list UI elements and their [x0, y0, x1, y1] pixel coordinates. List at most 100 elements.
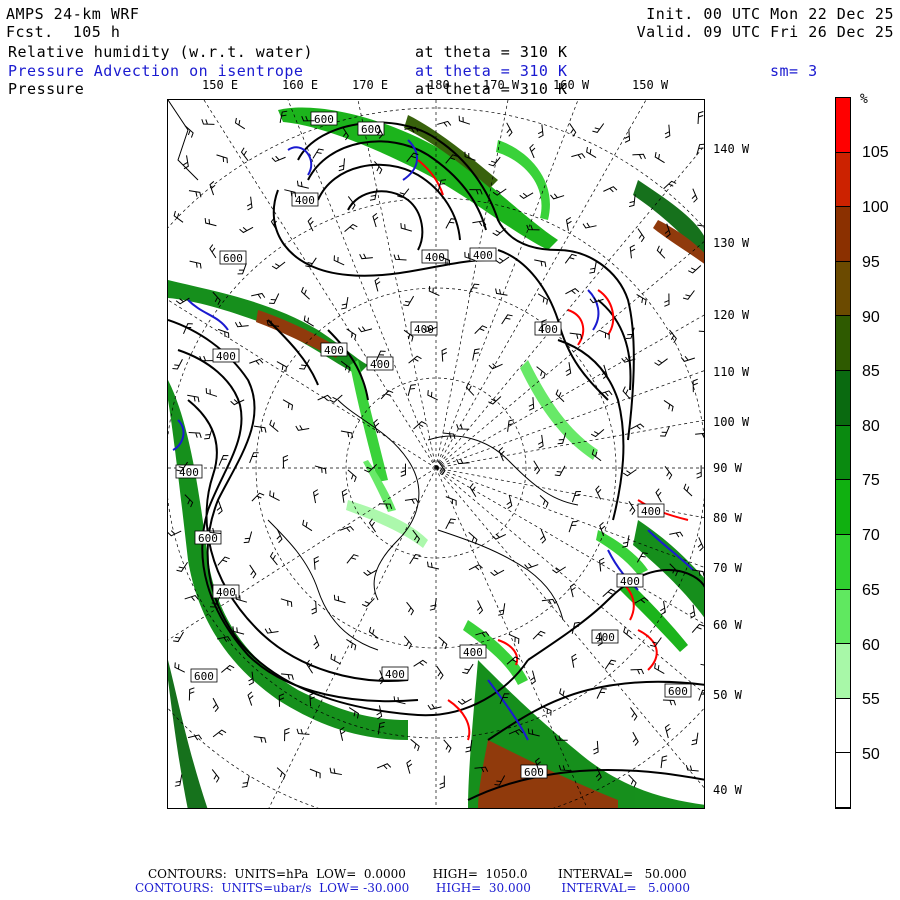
wind-barb: [428, 286, 440, 297]
wind-barb: [476, 600, 484, 615]
wind-barb: [296, 728, 310, 735]
wind-barb: [660, 601, 666, 616]
colorbar-segment: [836, 698, 850, 754]
wind-barb: [632, 153, 646, 160]
wind-barb: [201, 119, 215, 125]
wind-barb: [506, 494, 513, 509]
wind-barb: [495, 256, 510, 264]
wind-barb: [218, 454, 229, 466]
wind-barb: [241, 775, 250, 788]
wind-barb: [528, 397, 535, 411]
lon-label-right: 120 W: [713, 308, 750, 322]
wind-barb: [317, 394, 332, 401]
contour-label: 400: [459, 644, 487, 659]
wind-barb: [664, 723, 671, 739]
colorbar-label: 60: [862, 637, 880, 654]
wind-barb: [697, 111, 704, 125]
wind-barb: [685, 765, 699, 772]
lon-label-right: 50 W: [713, 688, 742, 702]
wind-barb: [490, 569, 505, 577]
wind-barb: [234, 321, 249, 328]
wind-barb: [437, 120, 452, 127]
wind-barb: [636, 293, 647, 306]
wind-barb: [445, 218, 457, 229]
contour-label: 400: [291, 192, 319, 207]
wind-barb: [406, 601, 415, 616]
wind-barb: [507, 419, 515, 432]
svg-text:400: 400: [473, 249, 493, 262]
wind-barb: [374, 277, 381, 292]
colorbar-label: 105: [862, 144, 889, 161]
wind-barb: [305, 257, 317, 268]
colorbar-label: 75: [862, 472, 880, 489]
wind-barb: [623, 627, 633, 640]
wind-barb: [691, 188, 698, 203]
wind-barb: [569, 123, 577, 137]
lon-label-right: 130 W: [713, 236, 750, 250]
wind-barb: [211, 769, 220, 783]
wind-barb: [495, 288, 508, 296]
wind-barb: [691, 623, 704, 633]
svg-text:400: 400: [595, 631, 615, 644]
svg-text:400: 400: [385, 668, 405, 681]
wind-barb: [624, 129, 631, 143]
wind-barb: [243, 531, 253, 544]
wind-barb: [565, 288, 580, 295]
wind-barb: [204, 218, 217, 227]
colorbar-segment: [836, 589, 850, 645]
lon-label-right: 100 W: [713, 415, 750, 429]
field1-level: at theta = 310 K: [415, 43, 568, 61]
wind-barb: [311, 600, 317, 615]
wind-barb: [680, 355, 695, 362]
wind-barb: [249, 564, 257, 579]
wind-barb: [340, 430, 354, 438]
wind-barb: [534, 259, 547, 268]
contour-label: 400: [616, 573, 644, 588]
colorbar-label: 50: [862, 746, 880, 763]
wind-barb: [393, 254, 407, 261]
wind-barb: [339, 525, 355, 532]
colorbar-label: 100: [862, 199, 889, 216]
wind-barb: [462, 663, 474, 674]
contour-label: 400: [534, 321, 562, 336]
wind-barb: [569, 332, 583, 340]
svg-text:400: 400: [620, 575, 640, 588]
wind-barb: [269, 551, 278, 566]
colorbar-segment: [836, 152, 850, 208]
wind-barb: [403, 635, 413, 650]
wind-barb: [276, 767, 286, 780]
wind-barb: [358, 326, 373, 333]
wind-barb: [346, 328, 357, 340]
wind-barb: [596, 688, 607, 699]
svg-text:400: 400: [324, 344, 344, 357]
wind-barb: [295, 425, 310, 431]
lon-label-right: 90 W: [713, 461, 742, 475]
wind-barb: [209, 244, 217, 259]
wind-barb: [501, 314, 513, 325]
lon-label-right: 70 W: [713, 561, 742, 575]
wind-barb: [240, 147, 249, 162]
wind-barb: [593, 740, 599, 755]
colorbar-segment: [836, 425, 850, 481]
field2-title: Pressure Advection on isentrope: [8, 62, 304, 80]
wind-barb: [174, 662, 185, 673]
wind-barb: [173, 210, 184, 223]
wind-barb: [359, 253, 373, 260]
svg-text:600: 600: [314, 113, 334, 126]
lon-label-top: 170 E: [352, 78, 389, 92]
wind-barb: [695, 432, 704, 439]
wind-barb: [533, 460, 541, 475]
wind-barb: [654, 663, 665, 674]
wind-barb: [537, 434, 544, 449]
svg-text:600: 600: [668, 685, 688, 698]
wind-barb: [249, 452, 259, 464]
init-time: Init. 00 UTC Mon 22 Dec 25: [646, 5, 894, 23]
wind-barb: [506, 122, 513, 137]
wind-barb: [465, 739, 473, 753]
wind-barb: [532, 630, 546, 640]
wind-barb: [669, 531, 684, 538]
wind-barb: [409, 553, 421, 565]
wind-barb: [376, 763, 392, 770]
wind-barb: [488, 156, 501, 167]
wind-barb: [698, 689, 704, 701]
